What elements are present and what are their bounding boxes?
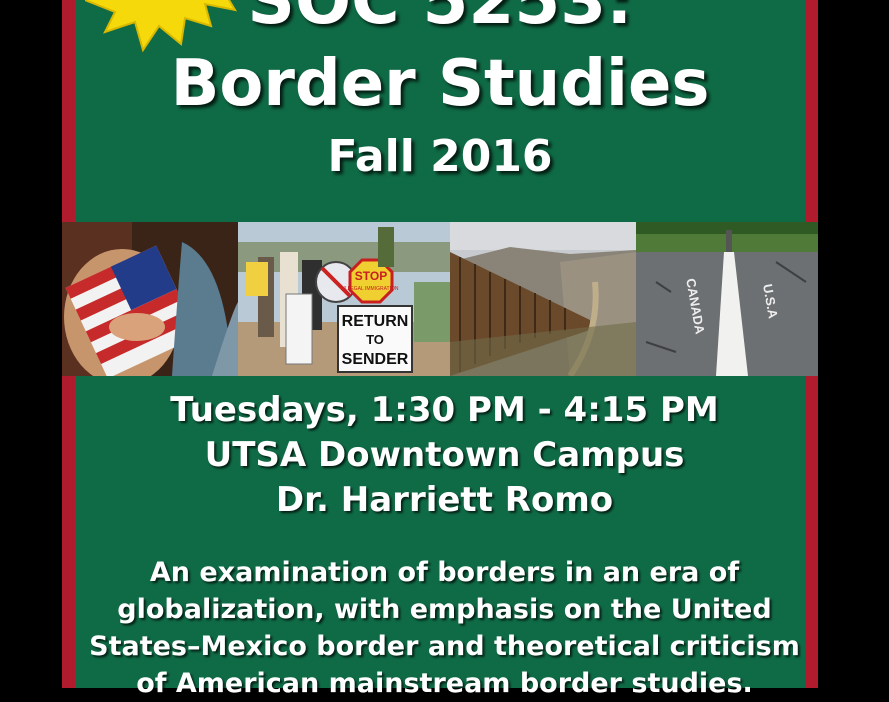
photo-border-fence xyxy=(450,222,636,376)
course-term: Fall 2016 xyxy=(327,131,553,182)
stop-sign-subtext: ILLEGAL IMMIGRATION xyxy=(343,286,398,292)
course-code: SOC 5253: xyxy=(247,0,633,39)
return-sign-line1: RETURN xyxy=(342,313,409,330)
return-sign-line3: SENDER xyxy=(342,351,409,368)
instructor-text: Dr. Harriett Romo xyxy=(275,480,614,520)
description-line: An examination of borders in an era of xyxy=(149,557,740,588)
location-text: UTSA Downtown Campus xyxy=(204,435,685,475)
photo-strip: STOP ILLEGAL IMMIGRATION RETURN TO SENDE… xyxy=(62,222,818,376)
course-title: Border Studies xyxy=(170,47,710,121)
photo-road-border-line: CANADA U.S.A xyxy=(636,222,818,376)
description-line: States–Mexico border and theoretical cri… xyxy=(89,631,800,662)
stop-sign-text: STOP xyxy=(355,269,387,283)
return-sign-line2: TO xyxy=(366,332,384,347)
description-line: globalization, with emphasis on the Unit… xyxy=(117,594,772,625)
header-panel: SOC 5253: Border Studies Fall 2016 xyxy=(75,0,805,222)
description-line: of American mainstream border studies. xyxy=(136,668,753,699)
photo-flag-pregnancy xyxy=(62,222,238,376)
photo-protest: STOP ILLEGAL IMMIGRATION RETURN TO SENDE… xyxy=(238,222,450,376)
schedule-text: Tuesdays, 1:30 PM - 4:15 PM xyxy=(170,390,719,430)
